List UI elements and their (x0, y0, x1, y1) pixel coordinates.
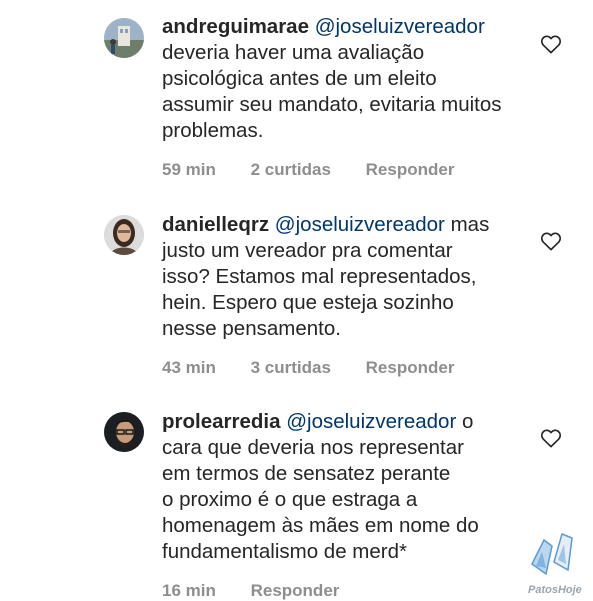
comment-line: o (456, 410, 474, 433)
comment-time: 43 min (162, 358, 216, 377)
comment-username[interactable]: danielleqrz (162, 213, 269, 236)
watermark-label: PatosHoje (528, 584, 582, 596)
reply-button[interactable]: Responder (366, 358, 455, 378)
avatar-photo-icon (104, 215, 144, 255)
comment-line: hein. Espero que esteja sozinho (162, 291, 454, 314)
mention-link[interactable]: @joseluizvereador (315, 15, 485, 38)
comment-text: prolearredia @joseluizvereador o cara qu… (162, 409, 522, 565)
mention-link[interactable]: @joseluizvereador (286, 410, 456, 433)
heart-outline-icon (540, 232, 562, 251)
like-button[interactable] (540, 34, 562, 54)
heart-outline-icon (540, 35, 562, 54)
comment-line: fundamentalismo de merd* (162, 540, 407, 563)
comment-line: homenagem às mães em nome do (162, 514, 479, 537)
like-button[interactable] (540, 231, 562, 251)
duck-feet-logo-icon (531, 532, 573, 576)
comment-line: psicológica antes de um eleito (162, 67, 437, 90)
comment-line: problemas. (162, 119, 264, 142)
comment-time: 59 min (162, 160, 216, 179)
comment-line: em termos de sensatez perante (162, 462, 451, 485)
comment-meta: 59 min 2 curtidas Responder (162, 160, 522, 180)
likes-count[interactable]: 2 curtidas (251, 160, 331, 180)
avatar[interactable] (104, 215, 144, 255)
comment-text: andreguimarae @joseluizvereador deveria … (162, 14, 522, 144)
comment-line: nesse pensamento. (162, 317, 341, 340)
avatar-photo-icon (104, 18, 144, 58)
mention-link[interactable]: @joseluizvereador (275, 213, 445, 236)
comment-line: deveria haver uma avaliação (162, 41, 425, 64)
comment-line: o proximo é o que estraga a (162, 488, 418, 511)
like-button[interactable] (540, 428, 562, 448)
comment-meta: 43 min 3 curtidas Responder (162, 358, 522, 378)
avatar-photo-icon (104, 412, 144, 452)
comment-line: justo um vereador pra comentar (162, 239, 453, 262)
avatar[interactable] (104, 18, 144, 58)
comment-username[interactable]: andreguimarae (162, 15, 309, 38)
comment-line: isso? Estamos mal representados, (162, 265, 477, 288)
reply-button[interactable]: Responder (366, 160, 455, 180)
comment-text: danielleqrz @joseluizvereador mas justo … (162, 212, 522, 342)
comment-line: mas (444, 213, 490, 236)
likes-count[interactable]: 3 curtidas (251, 358, 331, 378)
comment-username[interactable]: prolearredia (162, 410, 281, 433)
reply-button[interactable]: Responder (251, 581, 340, 601)
comment-meta: 16 min Responder (162, 581, 522, 601)
comment-line: cara que deveria nos representar (162, 436, 464, 459)
heart-outline-icon (540, 429, 562, 448)
avatar[interactable] (104, 412, 144, 452)
comment-line: assumir seu mandato, evitaria muitos (162, 93, 502, 116)
comment-time: 16 min (162, 581, 216, 600)
